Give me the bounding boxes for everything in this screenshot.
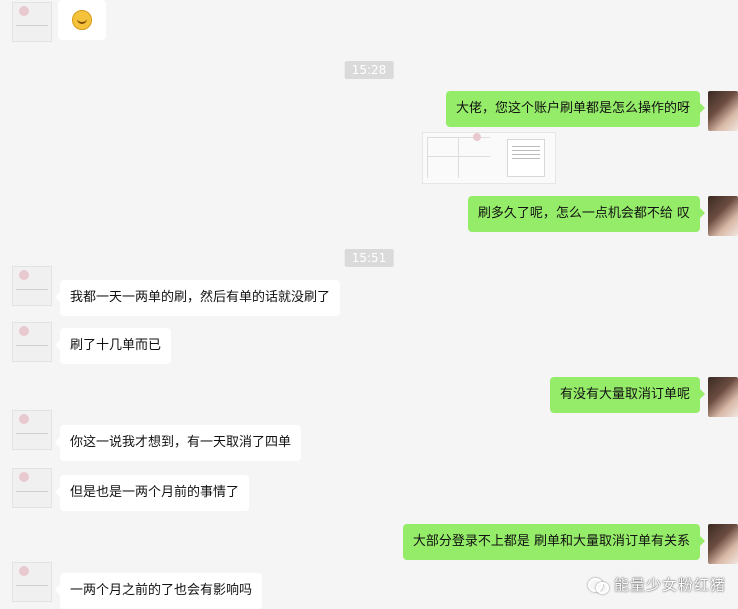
incoming-message[interactable]: 但是也是一两个月前的事情了 — [54, 475, 250, 511]
laughing-emoji-icon — [72, 10, 92, 30]
incoming-message[interactable]: 一两个月之前的了也会有影响吗 — [54, 573, 263, 609]
user-avatar[interactable] — [708, 91, 738, 131]
image-attachment[interactable] — [422, 132, 556, 184]
contact-avatar[interactable] — [12, 410, 52, 450]
watermark: 能量少女粉红猪 — [587, 574, 726, 595]
outgoing-message[interactable]: 刷多久了呢，怎么一点机会都不给 叹 — [467, 196, 706, 232]
user-avatar[interactable] — [708, 377, 738, 417]
contact-avatar[interactable] — [12, 2, 52, 42]
timestamp: 15:28 — [344, 61, 394, 79]
sticker-message[interactable] — [58, 0, 106, 40]
contact-avatar[interactable] — [12, 322, 52, 362]
wechat-icon — [587, 577, 609, 594]
incoming-message[interactable]: 你这一说我才想到，有一天取消了四单 — [54, 425, 302, 461]
chat-window: 15:28 大佬，您这个账户刷单都是怎么操作的呀 刷多久了呢，怎么一点机会都不给… — [0, 0, 738, 609]
user-avatar[interactable] — [708, 524, 738, 564]
incoming-message[interactable]: 我都一天一两单的刷，然后有单的话就没刷了 — [54, 280, 341, 316]
incoming-message[interactable]: 刷了十几单而已 — [54, 328, 172, 364]
document-preview-icon — [507, 139, 545, 177]
contact-avatar[interactable] — [12, 266, 52, 306]
outgoing-message[interactable]: 有没有大量取消订单呢 — [549, 377, 706, 413]
contact-avatar[interactable] — [12, 468, 52, 508]
outgoing-message[interactable]: 大佬，您这个账户刷单都是怎么操作的呀 — [445, 91, 706, 127]
contact-avatar[interactable] — [12, 562, 52, 602]
image-mark — [473, 133, 481, 141]
user-avatar[interactable] — [708, 196, 738, 236]
timestamp: 15:51 — [344, 249, 394, 267]
image-grid — [427, 137, 490, 178]
outgoing-message[interactable]: 大部分登录不上都是 刷单和大量取消订单有关系 — [402, 524, 706, 560]
watermark-text: 能量少女粉红猪 — [613, 576, 726, 594]
